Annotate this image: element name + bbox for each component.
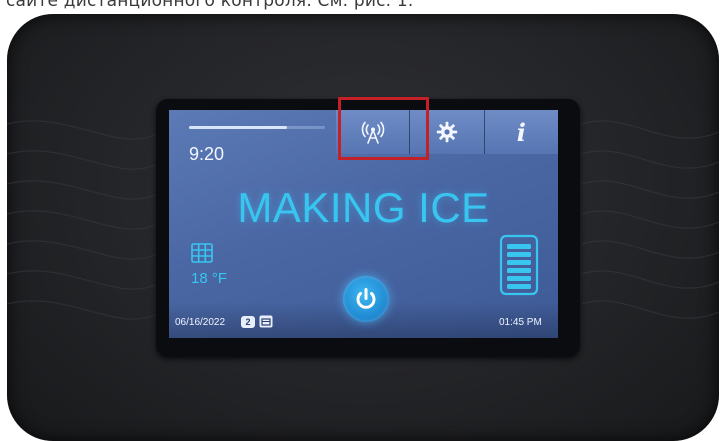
info-icon: i: [516, 117, 526, 147]
notification-badge[interactable]: 2: [241, 316, 255, 328]
time-display: 01:45 PM: [499, 317, 542, 328]
document-caption: сайте дистанционного контроля. См. рис. …: [6, 0, 414, 11]
status-title: MAKING ICE: [237, 184, 490, 231]
grid-icon[interactable]: [191, 243, 213, 263]
tab-info[interactable]: i: [483, 110, 558, 154]
clock-display: 9:20: [189, 144, 225, 164]
power-icon: [356, 288, 376, 309]
highlight-annotation-box: [338, 97, 429, 160]
power-button[interactable]: [343, 276, 389, 322]
date-display: 06/16/2022: [175, 317, 226, 328]
calendar-icon[interactable]: [259, 315, 273, 328]
temperature-readout: 18 °F: [191, 270, 228, 287]
progress-bar: [189, 126, 325, 129]
progress-bar-fill: [189, 126, 287, 129]
gear-icon: [436, 121, 458, 143]
ice-bin-level-icon: [499, 234, 539, 296]
